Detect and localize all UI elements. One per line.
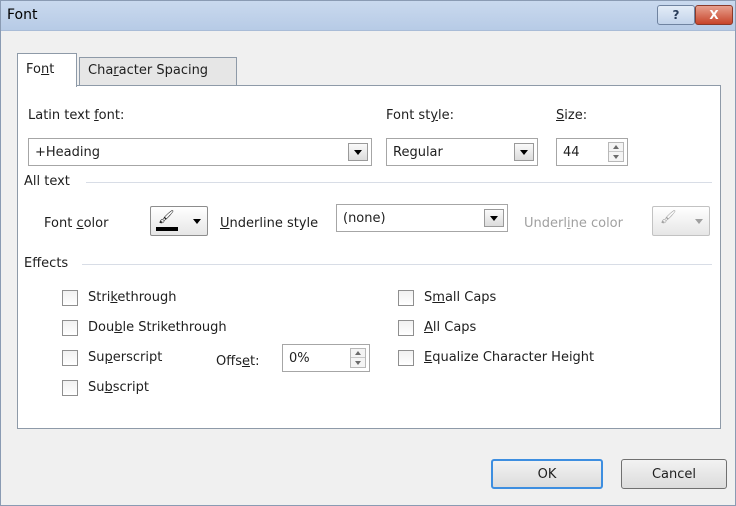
font-style-dropdown-button[interactable] — [514, 143, 534, 161]
effects-divider — [82, 264, 712, 265]
chevron-down-icon — [193, 219, 201, 224]
font-tab-panel: Latin text font: +Heading Font style: Re… — [17, 85, 721, 429]
font-color-button[interactable]: 🖌 — [150, 206, 208, 236]
font-style-combo[interactable]: Regular — [386, 138, 538, 166]
font-color-label: Font color — [44, 216, 109, 231]
offset-decrease-button[interactable] — [351, 358, 365, 367]
paint-bucket-icon: 🖌 — [660, 210, 677, 225]
underline-color-swatch: 🖌 — [658, 211, 680, 231]
dialog-title: Font — [7, 7, 38, 23]
strikethrough-checkbox[interactable] — [62, 290, 78, 306]
double-strikethrough-label: Double Strikethrough — [88, 320, 227, 335]
help-button[interactable]: ? — [657, 5, 695, 25]
underline-color-label: Underline color — [524, 216, 623, 231]
arrow-down-icon — [613, 154, 619, 159]
size-spin-buttons — [608, 142, 624, 162]
offset-increase-button[interactable] — [351, 349, 365, 358]
arrow-down-icon — [355, 360, 361, 365]
superscript-label: Superscript — [88, 350, 163, 365]
chevron-down-icon — [695, 219, 703, 224]
size-label: Size: — [556, 108, 588, 123]
latin-font-combo[interactable]: +Heading — [28, 138, 372, 166]
font-color-bar — [156, 227, 178, 231]
tab-font-label: Font — [26, 62, 55, 77]
size-value: 44 — [563, 145, 580, 160]
tab-character-spacing[interactable]: Character Spacing — [79, 57, 237, 86]
chevron-down-icon — [520, 149, 528, 155]
offset-value: 0% — [289, 351, 310, 366]
latin-font-dropdown-button[interactable] — [348, 143, 368, 161]
close-icon: X — [709, 8, 719, 22]
size-decrease-button[interactable] — [609, 152, 623, 161]
tab-character-spacing-label: Character Spacing — [88, 63, 209, 78]
underline-style-combo[interactable]: (none) — [336, 204, 508, 232]
effects-group-label: Effects — [24, 256, 69, 271]
all-text-group-label: All text — [24, 174, 70, 189]
latin-font-value: +Heading — [35, 145, 100, 160]
offset-label: Offset: — [216, 354, 260, 369]
chevron-down-icon — [354, 149, 362, 155]
size-increase-button[interactable] — [609, 143, 623, 152]
cancel-button[interactable]: Cancel — [621, 459, 727, 489]
size-spinner[interactable]: 44 — [556, 138, 628, 166]
all-text-divider — [86, 182, 712, 183]
subscript-checkbox[interactable] — [62, 380, 78, 396]
arrow-up-icon — [355, 351, 361, 355]
small-caps-checkbox[interactable] — [398, 290, 414, 306]
offset-spin-buttons — [350, 348, 366, 368]
chevron-down-icon — [490, 215, 498, 221]
all-caps-checkbox[interactable] — [398, 320, 414, 336]
superscript-checkbox[interactable] — [62, 350, 78, 366]
equalize-character-height-checkbox[interactable] — [398, 350, 414, 366]
arrow-up-icon — [613, 145, 619, 149]
equalize-character-height-label: Equalize Character Height — [424, 350, 595, 365]
all-caps-label: All Caps — [424, 320, 477, 335]
subscript-label: Subscript — [88, 380, 149, 395]
help-icon: ? — [672, 8, 680, 22]
font-color-swatch: 🖌 — [156, 211, 178, 231]
title-bar: Font ? X — [1, 1, 735, 31]
double-strikethrough-checkbox[interactable] — [62, 320, 78, 336]
underline-color-button[interactable]: 🖌 — [652, 206, 710, 236]
offset-spinner[interactable]: 0% — [282, 344, 370, 372]
close-button[interactable]: X — [695, 5, 733, 25]
paint-bucket-icon: 🖌 — [158, 210, 175, 225]
underline-style-value: (none) — [343, 211, 386, 226]
latin-font-label: Latin text font: — [28, 108, 125, 123]
underline-style-label: Underline style — [220, 216, 319, 231]
font-dialog: Font ? X Font Character Spacing Latin te… — [0, 0, 736, 506]
font-style-label: Font style: — [386, 108, 455, 123]
strikethrough-label: Strikethrough — [88, 290, 177, 305]
small-caps-label: Small Caps — [424, 290, 497, 305]
underline-style-dropdown-button[interactable] — [484, 209, 504, 227]
font-style-value: Regular — [393, 145, 443, 160]
ok-button[interactable]: OK — [491, 459, 603, 489]
tab-font[interactable]: Font — [17, 53, 77, 87]
